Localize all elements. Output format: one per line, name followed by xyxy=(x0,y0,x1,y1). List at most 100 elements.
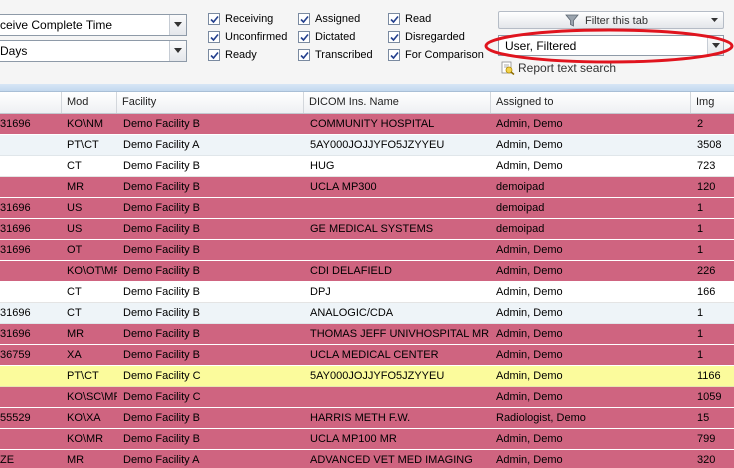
facility-cell: Demo Facility B xyxy=(123,412,201,424)
image-count-cell: 1166 xyxy=(697,370,721,382)
checkbox-box[interactable] xyxy=(208,49,220,61)
checkbox-label: For Comparison xyxy=(405,49,484,61)
assigned-to-cell: Admin, Demo xyxy=(496,265,563,277)
dicom-ins-name-cell: UCLA MP100 MR xyxy=(310,433,397,445)
checkbox-box[interactable] xyxy=(388,13,400,25)
table-row[interactable]: MR Demo Facility B UCLA MP300 demoipad 120 xyxy=(0,177,734,198)
checkbox-receiving[interactable]: Receiving xyxy=(208,12,273,26)
report-text-search-link[interactable]: Report text search xyxy=(501,60,616,76)
checkbox-box[interactable] xyxy=(388,31,400,43)
table-row[interactable]: 31696 US Demo Facility B GE MEDICAL SYSTEMS… xyxy=(0,219,734,240)
dicom-ins-name-cell: COMMUNITY HOSPITAL xyxy=(310,118,435,130)
table-row[interactable]: 31696 OT Demo Facility B Admin, Demo 1 xyxy=(0,240,734,261)
row-id-cell: 31696 xyxy=(0,202,31,214)
checkbox-ready[interactable]: Ready xyxy=(208,48,257,62)
checkbox-unconfirmed[interactable]: Unconfirmed xyxy=(208,30,287,44)
checkbox-dictated[interactable]: Dictated xyxy=(298,30,355,44)
dicom-ins-name-cell: THOMAS JEFF UNIVHOSPITAL MRI xyxy=(310,328,490,340)
checkbox-disregarded[interactable]: Disregarded xyxy=(388,30,465,44)
dicom-ins-name-cell: ADVANCED VET MED IMAGING xyxy=(310,454,473,466)
assigned-to-cell: demoipad xyxy=(496,223,545,235)
table-row[interactable]: 31696 KO\NM Demo Facility B COMMUNITY HOSPI… xyxy=(0,114,734,135)
table-row[interactable]: KO\SC\MR Demo Facility C Admin, Demo 1059 xyxy=(0,387,734,408)
assigned-to-cell: Admin, Demo xyxy=(496,391,563,403)
checkmark-icon xyxy=(390,33,399,42)
checkbox-box[interactable] xyxy=(298,49,310,61)
facility-cell: Demo Facility A xyxy=(123,454,200,466)
column-header-label: Img xyxy=(696,96,715,108)
column-header-assigned-to[interactable]: Assigned to xyxy=(491,92,691,113)
row-id-cell: 55529 xyxy=(0,412,31,424)
user-filter-select[interactable]: User, Filtered xyxy=(498,35,724,56)
modality-cell: XA xyxy=(67,349,82,361)
date-field-dropdown-button[interactable] xyxy=(169,15,186,35)
checkbox-box[interactable] xyxy=(208,31,220,43)
checkmark-icon xyxy=(300,15,309,24)
image-count-cell: 226 xyxy=(697,265,716,277)
chevron-down-icon xyxy=(712,43,720,48)
table-row[interactable]: 31696 US Demo Facility B demoipad 1 xyxy=(0,198,734,219)
row-id-cell: ZE xyxy=(0,454,15,466)
assigned-to-cell: Admin, Demo xyxy=(496,307,563,319)
assigned-to-cell: Admin, Demo xyxy=(496,328,563,340)
facility-cell: Demo Facility A xyxy=(123,139,200,151)
checkbox-for-comparison[interactable]: For Comparison xyxy=(388,48,484,62)
checkbox-label: Disregarded xyxy=(405,31,465,43)
user-filter-dropdown-button[interactable] xyxy=(707,36,723,55)
image-count-cell: 1059 xyxy=(697,391,722,403)
date-range-select[interactable]: Days xyxy=(0,40,187,62)
checkbox-read[interactable]: Read xyxy=(388,12,431,26)
date-range-dropdown-button[interactable] xyxy=(169,41,186,61)
search-text-icon xyxy=(501,61,515,75)
date-field-select[interactable]: ceive Complete Time xyxy=(0,14,187,36)
dicom-ins-name-cell: 5AY000JOJJYFO5JZYYEU xyxy=(310,370,445,382)
table-row[interactable]: KO\MR Demo Facility B UCLA MP100 MR Admin, … xyxy=(0,429,734,450)
image-count-cell: 120 xyxy=(697,181,716,193)
column-header-dicom-ins-name[interactable]: DICOM Ins. Name xyxy=(304,92,491,113)
modality-cell: KO\NM xyxy=(67,118,104,130)
checkbox-box[interactable] xyxy=(298,31,310,43)
table-row[interactable]: 36759 XA Demo Facility B UCLA MEDICAL CENTE… xyxy=(0,345,734,366)
column-header-id[interactable] xyxy=(0,92,62,113)
dicom-ins-name-cell: UCLA MP300 xyxy=(310,181,377,193)
dicom-ins-name-cell: HUG xyxy=(310,160,335,172)
table-row[interactable]: 31696 MR Demo Facility B THOMAS JEFF UNIVHO… xyxy=(0,324,734,345)
modality-cell: MR xyxy=(67,454,85,466)
table-row[interactable]: PT\CT Demo Facility C 5AY000JOJJYFO5JZYYEU… xyxy=(0,366,734,387)
checkbox-box[interactable] xyxy=(388,49,400,61)
facility-cell: Demo Facility B xyxy=(123,202,201,214)
checkmark-icon xyxy=(210,51,219,60)
table-row[interactable]: ZE MR Demo Facility A ADVANCED VET MED IMAG… xyxy=(0,450,734,468)
checkbox-label: Transcribed xyxy=(315,49,373,61)
checkbox-transcribed[interactable]: Transcribed xyxy=(298,48,373,62)
facility-cell: Demo Facility C xyxy=(123,391,201,403)
table-row[interactable]: CT Demo Facility B HUG Admin, Demo 723 xyxy=(0,156,734,177)
image-count-cell: 1 xyxy=(697,202,704,214)
filter-this-tab-button[interactable]: Filter this tab xyxy=(498,11,724,29)
checkbox-assigned[interactable]: Assigned xyxy=(298,12,360,26)
dicom-ins-name-cell: 5AY000JOJJYFO5JZYYEU xyxy=(310,139,445,151)
checkbox-box[interactable] xyxy=(298,13,310,25)
dicom-ins-name-cell: ANALOGIC/CDA xyxy=(310,307,394,319)
checkbox-label: Receiving xyxy=(225,13,274,25)
dicom-ins-name-cell: UCLA MEDICAL CENTER xyxy=(310,349,439,361)
table-row[interactable]: 55529 KO\XA Demo Facility B HARRIS METH F.W… xyxy=(0,408,734,429)
panel-splitter[interactable] xyxy=(0,84,734,92)
modality-cell: PT\CT xyxy=(67,370,99,382)
table-row[interactable]: 31696 CT Demo Facility B ANALOGIC/CDA Admin,… xyxy=(0,303,734,324)
facility-cell: Demo Facility B xyxy=(123,307,201,319)
column-header-facility[interactable]: Facility xyxy=(117,92,304,113)
checkbox-label: Assigned xyxy=(315,13,361,25)
image-count-cell: 15 xyxy=(697,412,710,424)
table-row[interactable]: KO\OT\MR Demo Facility B CDI DELAFIELD Admi… xyxy=(0,261,734,282)
date-range-value: Days xyxy=(0,44,28,58)
dicom-ins-name-cell: GE MEDICAL SYSTEMS xyxy=(310,223,434,235)
image-count-cell: 1 xyxy=(697,349,704,361)
filter-this-tab-label: Filter this tab xyxy=(585,15,648,27)
table-row[interactable]: PT\CT Demo Facility A 5AY000JOJJYFO5JZYYEU… xyxy=(0,135,734,156)
checkbox-box[interactable] xyxy=(208,13,220,25)
table-row[interactable]: CT Demo Facility B DPJ Admin, Demo 166 xyxy=(0,282,734,303)
column-header-mod[interactable]: Mod xyxy=(62,92,117,113)
row-id-cell: 36759 xyxy=(0,349,31,361)
column-header-img[interactable]: Img xyxy=(691,92,734,113)
